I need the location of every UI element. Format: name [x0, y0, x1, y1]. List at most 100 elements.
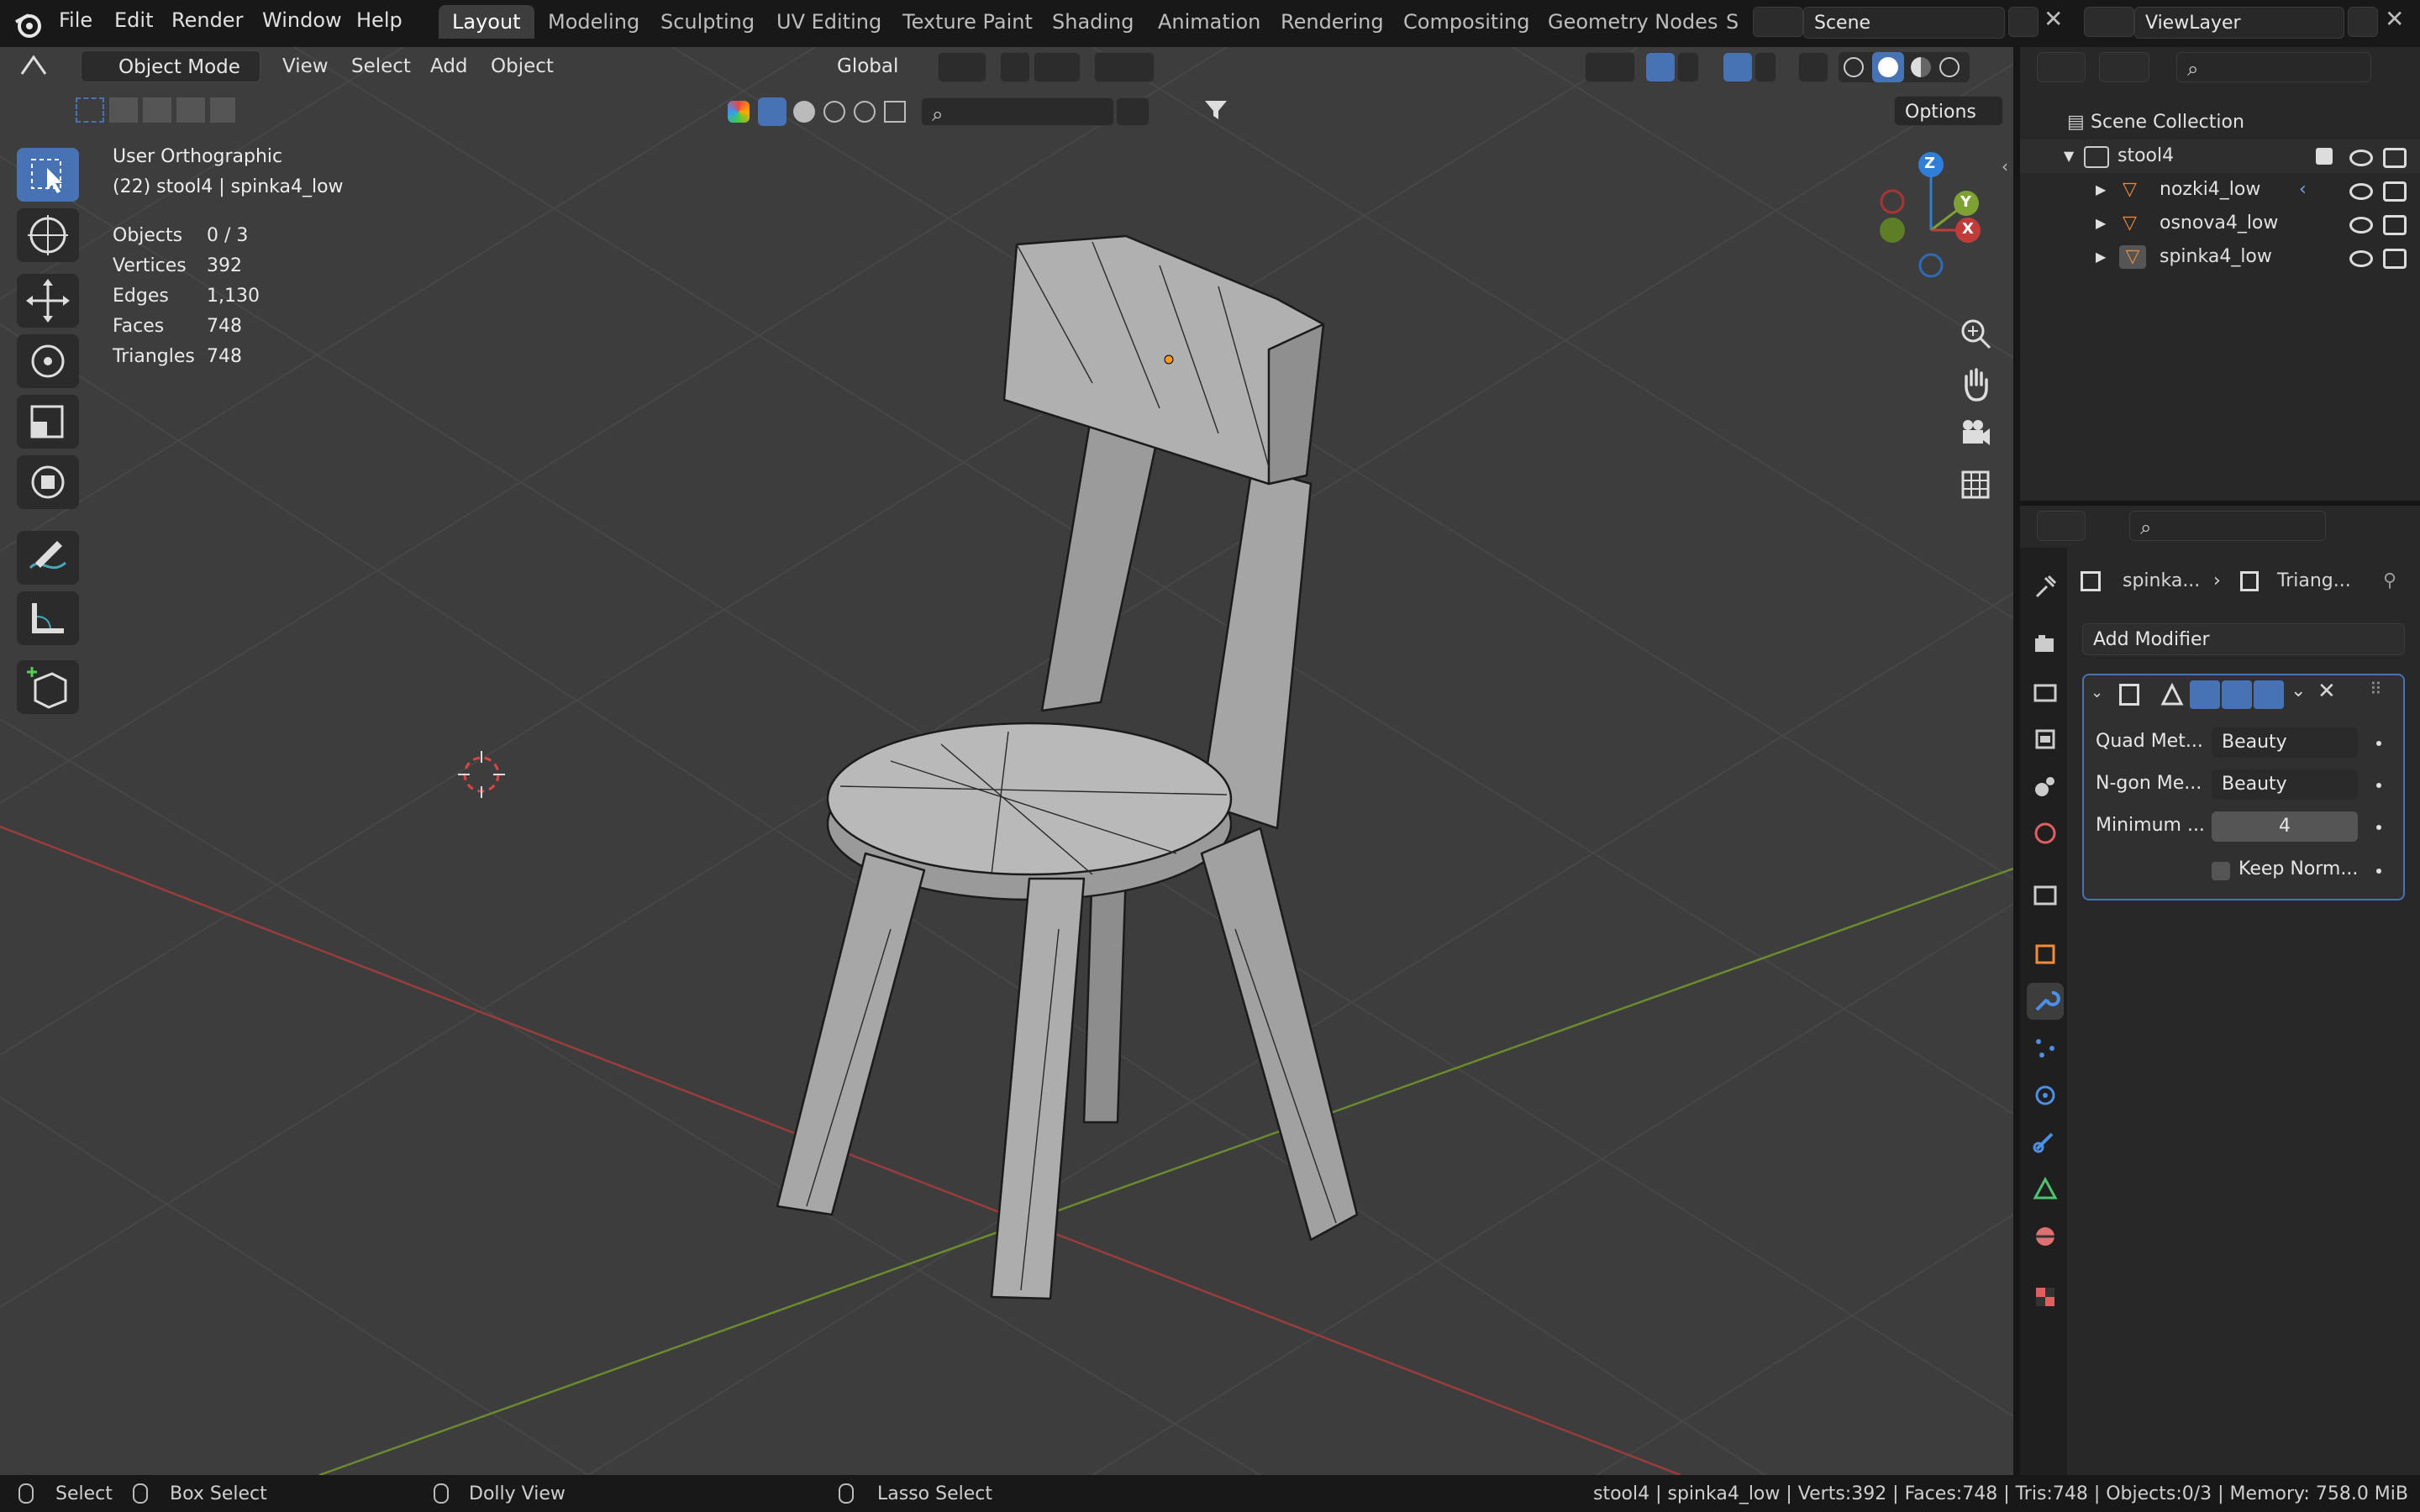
add-modifier-dropdown[interactable]: Add Modifier [2082, 623, 2405, 655]
options-dropdown[interactable]: Options [1894, 96, 2003, 126]
tab-uv-editing[interactable]: UV Editing [763, 5, 895, 39]
render-tab-icon[interactable] [2027, 627, 2064, 664]
menu-file[interactable]: File [59, 8, 92, 32]
viewport-search-input[interactable]: ⌕ [921, 97, 1114, 126]
properties-options-icon[interactable] [2381, 511, 2412, 541]
3d-viewport[interactable]: Z Y X Object Mode View Select Add Object… [0, 47, 2013, 1475]
camera-render-icon[interactable] [2383, 148, 2407, 168]
select-new-icon[interactable] [76, 97, 104, 123]
minimum-vertices-field[interactable]: 4 [2212, 811, 2358, 842]
object-row-nozki4[interactable]: ▶ ▽ nozki4_low ‹ [2020, 173, 2420, 207]
properties-editor-type-icon[interactable] [2037, 511, 2086, 541]
shading-filter-icon[interactable] [793, 101, 815, 123]
ngon-method-dropdown[interactable]: Beauty [2212, 769, 2358, 800]
menu-select[interactable]: Select [351, 50, 411, 82]
measure-tool[interactable] [17, 591, 79, 645]
delete-scene-icon[interactable]: ✕ [2044, 5, 2063, 33]
menu-render[interactable]: Render [171, 8, 243, 32]
world-tab-icon[interactable] [2027, 815, 2064, 852]
cage-toggle-icon[interactable] [2190, 680, 2220, 709]
move-tool[interactable] [17, 274, 79, 328]
render-toggle-icon[interactable] [2254, 680, 2284, 709]
new-viewlayer-icon[interactable] [2348, 7, 2378, 37]
tab-geometry-nodes[interactable]: Geometry Nodes [1534, 5, 1731, 39]
particles-tab-icon[interactable] [2027, 1030, 2064, 1067]
snap-target-icon[interactable] [1034, 52, 1081, 82]
tab-texture-paint[interactable]: Texture Paint [889, 5, 1046, 39]
3d-cursor-icon[interactable] [458, 751, 505, 798]
shading-dropdown-icon[interactable] [1973, 52, 1996, 82]
constraints-tab-icon[interactable] [2027, 1124, 2064, 1161]
funnel-filter-icon[interactable] [1202, 97, 1250, 126]
object-tab-icon[interactable] [2027, 936, 2064, 973]
grid-ortho-icon[interactable] [1951, 460, 2000, 509]
pan-hand-icon[interactable] [1951, 360, 2000, 408]
view-layer-tab-icon[interactable] [2027, 721, 2064, 758]
eye-icon[interactable] [2349, 150, 2373, 166]
select-invert-icon[interactable] [176, 97, 205, 123]
camera-filter-icon[interactable] [884, 101, 906, 123]
object-row-spinka4[interactable]: ▶ ▽ spinka4_low [2020, 240, 2420, 274]
camera-render-icon[interactable] [2383, 215, 2407, 235]
viewlayer-browse-icon[interactable] [2084, 7, 2134, 37]
blender-logo-icon[interactable] [13, 10, 42, 39]
exclude-checkbox[interactable] [2316, 148, 2333, 165]
overlays-toggle-icon[interactable] [1723, 52, 1753, 82]
wireframe-shading-icon[interactable] [1844, 57, 1864, 77]
menu-object[interactable]: Object [491, 50, 554, 82]
menu-edit[interactable]: Edit [114, 8, 153, 32]
tab-animation[interactable]: Animation [1144, 5, 1274, 39]
tool-tab-icon[interactable] [2027, 568, 2064, 605]
tab-compositing[interactable]: Compositing [1390, 5, 1543, 39]
rotate-tool[interactable] [17, 334, 79, 388]
camera-render-icon[interactable] [2383, 181, 2407, 202]
add-cube-tool[interactable] [17, 660, 79, 714]
scene-browse-icon[interactable] [1753, 7, 1803, 37]
keyframe-dot-icon[interactable] [2376, 825, 2381, 830]
drag-handle-icon[interactable]: ⠿ [2370, 679, 2382, 699]
select-subtract-icon[interactable] [143, 97, 171, 123]
display-mode-icon[interactable] [2099, 52, 2149, 82]
proportional-edit-icon[interactable] [1094, 52, 1155, 82]
outliner-filter-icon[interactable] [2396, 52, 2420, 82]
expand-arrow-icon[interactable]: ▶ [2096, 240, 2106, 274]
collection-row-stool4[interactable]: ▼ stool4 [2020, 139, 2420, 173]
material-shading-icon[interactable] [1911, 57, 1931, 77]
menu-window[interactable]: Window [262, 8, 342, 32]
select-extend-icon[interactable] [109, 97, 138, 123]
tab-modeling[interactable]: Modeling [534, 5, 653, 39]
tab-sculpting[interactable]: Sculpting [647, 5, 768, 39]
expand-arrow-icon[interactable]: ▶ [2096, 173, 2106, 207]
tab-scripting-truncated[interactable]: S [1723, 5, 1742, 39]
quad-method-dropdown[interactable]: Beauty [2212, 727, 2358, 758]
collapse-arrow-icon[interactable]: ▼ [2064, 139, 2074, 173]
visibility-filter-icon[interactable] [1156, 97, 1202, 126]
outliner-search-input[interactable]: ⌕ [2176, 52, 2371, 82]
menu-view[interactable]: View [282, 50, 329, 82]
new-scene-icon[interactable] [2008, 7, 2039, 37]
eye-icon[interactable] [2349, 183, 2373, 200]
camera-render-icon[interactable] [2383, 249, 2407, 269]
eye-icon[interactable] [2349, 250, 2373, 267]
select-box-tool[interactable] [17, 148, 79, 202]
viewport-filter-icon[interactable] [1116, 97, 1150, 126]
object-mode-dropdown[interactable]: Object Mode [81, 50, 260, 82]
collapse-modifier-icon[interactable]: ⌄ [2091, 684, 2103, 701]
world-filter-icon[interactable] [854, 101, 876, 123]
keyframe-dot-icon[interactable] [2376, 869, 2381, 874]
menu-add[interactable]: Add [430, 50, 468, 82]
keyframe-dot-icon[interactable] [2376, 741, 2381, 746]
data-tab-icon[interactable] [2027, 1171, 2064, 1208]
rendered-shading-icon[interactable] [1939, 57, 1960, 77]
scene-name-field[interactable]: Scene [1803, 7, 2005, 39]
keyframe-dot-icon[interactable] [2376, 783, 2381, 788]
cursor-tool[interactable] [17, 208, 79, 262]
delete-viewlayer-icon[interactable]: ✕ [2385, 5, 2404, 33]
gizmo-dropdown-icon[interactable] [1677, 52, 1699, 82]
chair-model[interactable] [776, 234, 1359, 1300]
tab-layout[interactable]: Layout [439, 5, 534, 39]
modifier-tab-icon[interactable] [2027, 983, 2064, 1020]
area-divider[interactable] [2013, 47, 2020, 1475]
snap-icon[interactable] [1000, 52, 1030, 82]
scene-collection-row[interactable]: ▤ Scene Collection [2020, 106, 2420, 139]
